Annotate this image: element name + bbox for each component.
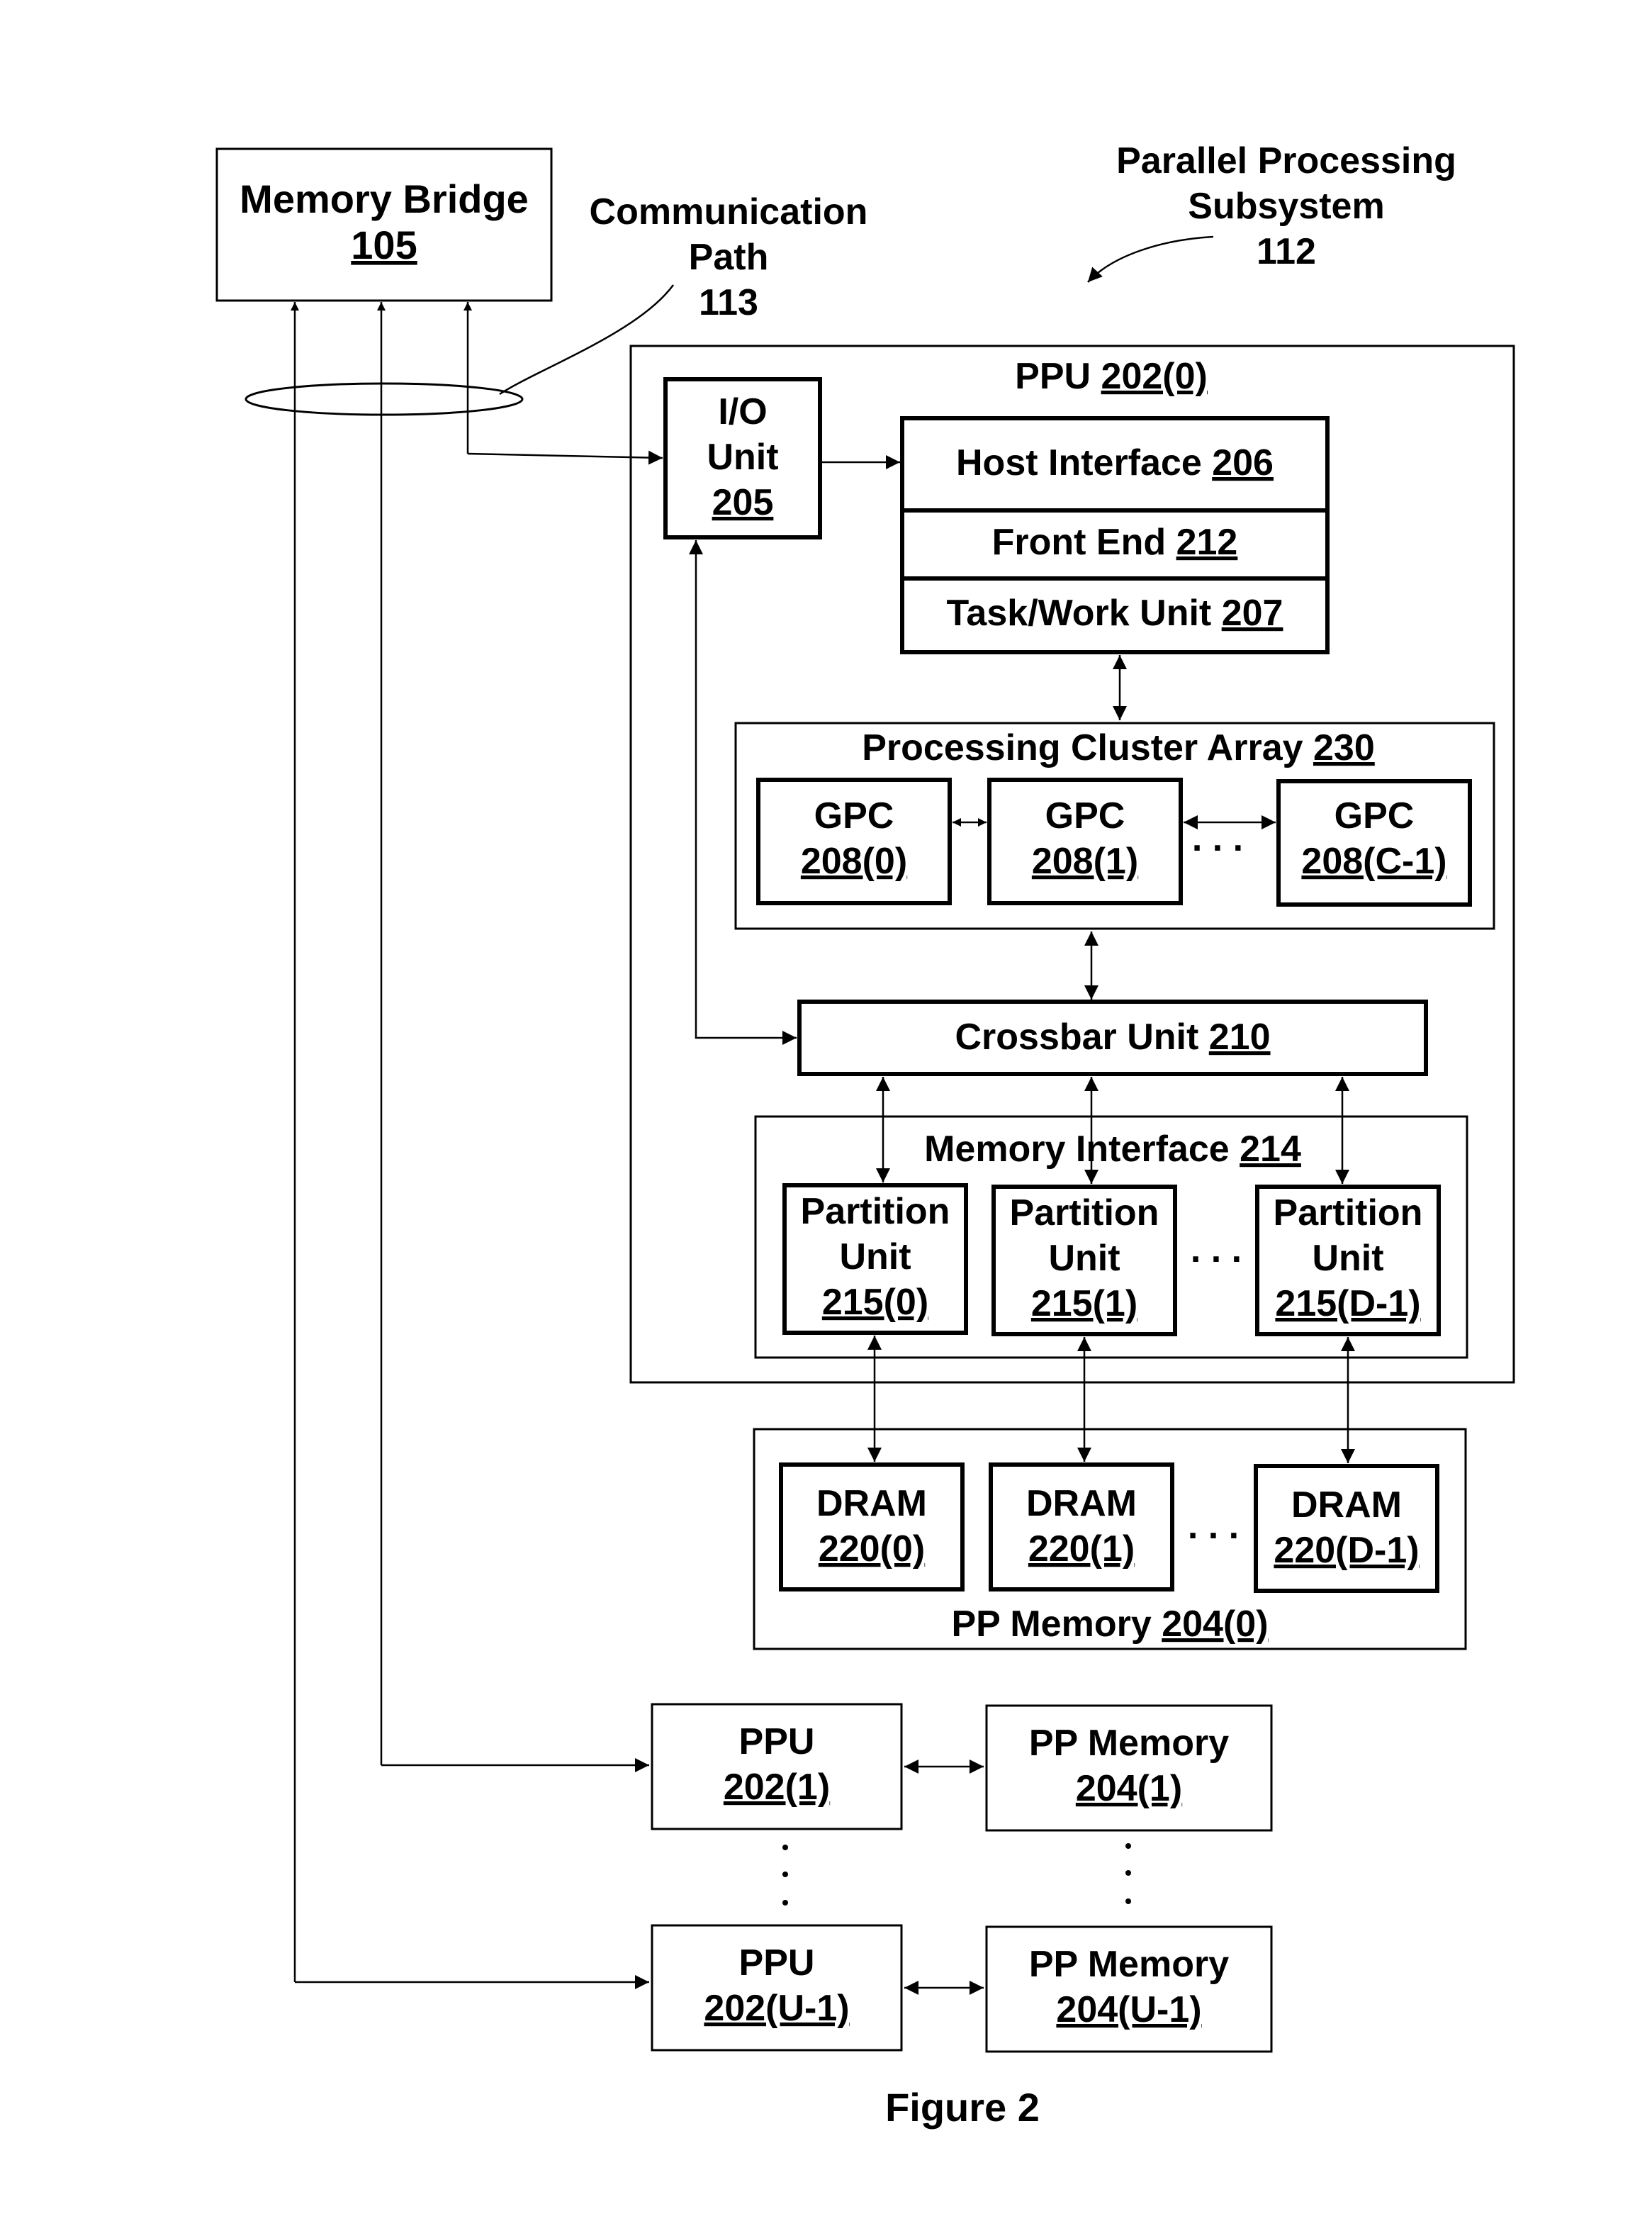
svg-text:GPC: GPC bbox=[1045, 795, 1125, 837]
partition-unit-1: Partition Unit 215(1) bbox=[991, 1185, 1177, 1336]
partition-ellipsis: . . . bbox=[1191, 1229, 1242, 1270]
memory-interface-block: Memory Interface 214 Partition Unit 215(… bbox=[754, 1115, 1468, 1359]
svg-text:220(D-1): 220(D-1) bbox=[1274, 1530, 1419, 1571]
svg-text:Path: Path bbox=[689, 237, 769, 278]
crossbar-unit-block: Crossbar Unit 210 bbox=[797, 1000, 1428, 1076]
svg-text:Processing Cluster Array 230: Processing Cluster Array 230 bbox=[862, 727, 1375, 768]
figure-caption: Figure 2 bbox=[885, 2085, 1040, 2130]
svg-text:Parallel Processing: Parallel Processing bbox=[1116, 140, 1456, 181]
ppu-0-ref: 202(0) bbox=[1101, 356, 1208, 397]
svg-text:205: 205 bbox=[712, 482, 774, 523]
svg-text:Crossbar Unit 210: Crossbar Unit 210 bbox=[955, 1017, 1270, 1058]
svg-text:Unit: Unit bbox=[707, 437, 778, 478]
host-interface-label: Host Interface 206 bbox=[956, 442, 1274, 483]
dram-0: DRAM 220(0) bbox=[779, 1462, 965, 1591]
svg-text:I/O: I/O bbox=[718, 391, 767, 432]
memory-bridge-block: Memory Bridge 105 bbox=[215, 147, 553, 302]
svg-text:Unit: Unit bbox=[1048, 1238, 1120, 1279]
pp-memory-0-block: DRAM 220(0) DRAM 220(1) DRAM 220(D-1) . … bbox=[753, 1428, 1467, 1650]
vertical-ellipsis-ppu bbox=[782, 1845, 788, 1906]
ppu-1-block: PPU 202(1) bbox=[651, 1703, 903, 1830]
svg-text:PPU: PPU bbox=[739, 1721, 815, 1762]
svg-text:204(1): 204(1) bbox=[1076, 1768, 1182, 1809]
svg-text:Communication: Communication bbox=[590, 191, 868, 233]
ppu-0-name: PPU bbox=[1015, 356, 1091, 397]
ppu-u-1-block: PPU 202(U-1) bbox=[651, 1924, 903, 2052]
svg-text:Unit: Unit bbox=[1312, 1238, 1383, 1279]
dram-1: DRAM 220(1) bbox=[989, 1462, 1174, 1591]
svg-text:215(1): 215(1) bbox=[1031, 1283, 1137, 1324]
partition-unit-d-1: Partition Unit 215(D-1) bbox=[1255, 1185, 1441, 1336]
communication-path-ellipse bbox=[245, 382, 524, 416]
svg-text:PPU: PPU bbox=[739, 1942, 815, 1984]
svg-text:208(0): 208(0) bbox=[801, 841, 907, 882]
svg-text:220(1): 220(1) bbox=[1028, 1528, 1135, 1570]
subsystem-label: Parallel Processing Subsystem 112 bbox=[1087, 140, 1456, 283]
diagram-canvas: Memory Bridge 105 Communication Path 113… bbox=[215, 140, 1515, 2130]
svg-text:PPU 202(0): PPU 202(0) bbox=[1015, 356, 1208, 397]
io-unit-block: I/O Unit 205 bbox=[663, 377, 822, 539]
dram-ellipsis: . . . bbox=[1188, 1506, 1239, 1547]
svg-text:PP Memory 204(0): PP Memory 204(0) bbox=[951, 1604, 1268, 1645]
svg-text:Partition: Partition bbox=[1274, 1192, 1423, 1233]
gpc-1: GPC 208(1) bbox=[987, 778, 1183, 905]
svg-text:PP Memory: PP Memory bbox=[1029, 1944, 1229, 1985]
pp-memory-1-block: PP Memory 204(1) bbox=[985, 1704, 1273, 1832]
svg-text:DRAM: DRAM bbox=[816, 1483, 927, 1524]
svg-text:Partition: Partition bbox=[1010, 1192, 1159, 1233]
svg-text:Unit: Unit bbox=[839, 1236, 911, 1277]
vertical-ellipsis-memory bbox=[1125, 1843, 1131, 1904]
svg-text:Partition: Partition bbox=[801, 1191, 950, 1232]
memory-bridge-name: Memory Bridge bbox=[240, 177, 529, 221]
svg-text:220(0): 220(0) bbox=[819, 1528, 925, 1570]
subsystem-pointer-arrow bbox=[1087, 235, 1214, 283]
svg-text:202(1): 202(1) bbox=[724, 1767, 830, 1808]
svg-text:208(1): 208(1) bbox=[1032, 841, 1138, 882]
svg-text:Subsystem: Subsystem bbox=[1188, 186, 1384, 227]
front-end-label: Front End 212 bbox=[992, 522, 1238, 563]
gpc-c-1: GPC 208(C-1) bbox=[1276, 779, 1472, 907]
host-interface-stack: Host Interface 206 Front End 212 Task/Wo… bbox=[900, 416, 1330, 654]
svg-text:GPC: GPC bbox=[1334, 795, 1415, 837]
svg-text:Memory Interface 214: Memory Interface 214 bbox=[924, 1129, 1301, 1170]
dram-d-1: DRAM 220(D-1) bbox=[1254, 1464, 1439, 1593]
svg-text:204(U-1): 204(U-1) bbox=[1056, 1989, 1201, 2030]
gpc-ellipsis: . . . bbox=[1192, 818, 1243, 859]
svg-text:112: 112 bbox=[1257, 231, 1316, 272]
svg-text:215(D-1): 215(D-1) bbox=[1275, 1283, 1420, 1324]
pp-memory-u-1-block: PP Memory 204(U-1) bbox=[985, 1925, 1273, 2053]
svg-text:DRAM: DRAM bbox=[1026, 1483, 1137, 1524]
gpc-0: GPC 208(0) bbox=[756, 778, 952, 905]
svg-text:GPC: GPC bbox=[814, 795, 894, 837]
memory-bridge-ref: 105 bbox=[351, 223, 417, 267]
task-work-unit-label: Task/Work Unit 207 bbox=[947, 593, 1283, 634]
svg-text:208(C-1): 208(C-1) bbox=[1301, 841, 1446, 882]
partition-unit-0: Partition Unit 215(0) bbox=[782, 1183, 968, 1335]
svg-text:215(0): 215(0) bbox=[822, 1282, 928, 1323]
svg-text:DRAM: DRAM bbox=[1291, 1484, 1402, 1526]
svg-text:113: 113 bbox=[699, 282, 758, 323]
svg-text:PP Memory: PP Memory bbox=[1029, 1723, 1229, 1764]
svg-text:202(U-1): 202(U-1) bbox=[704, 1988, 849, 2029]
processing-cluster-array-block: Processing Cluster Array 230 GPC 208(0) … bbox=[734, 722, 1495, 930]
